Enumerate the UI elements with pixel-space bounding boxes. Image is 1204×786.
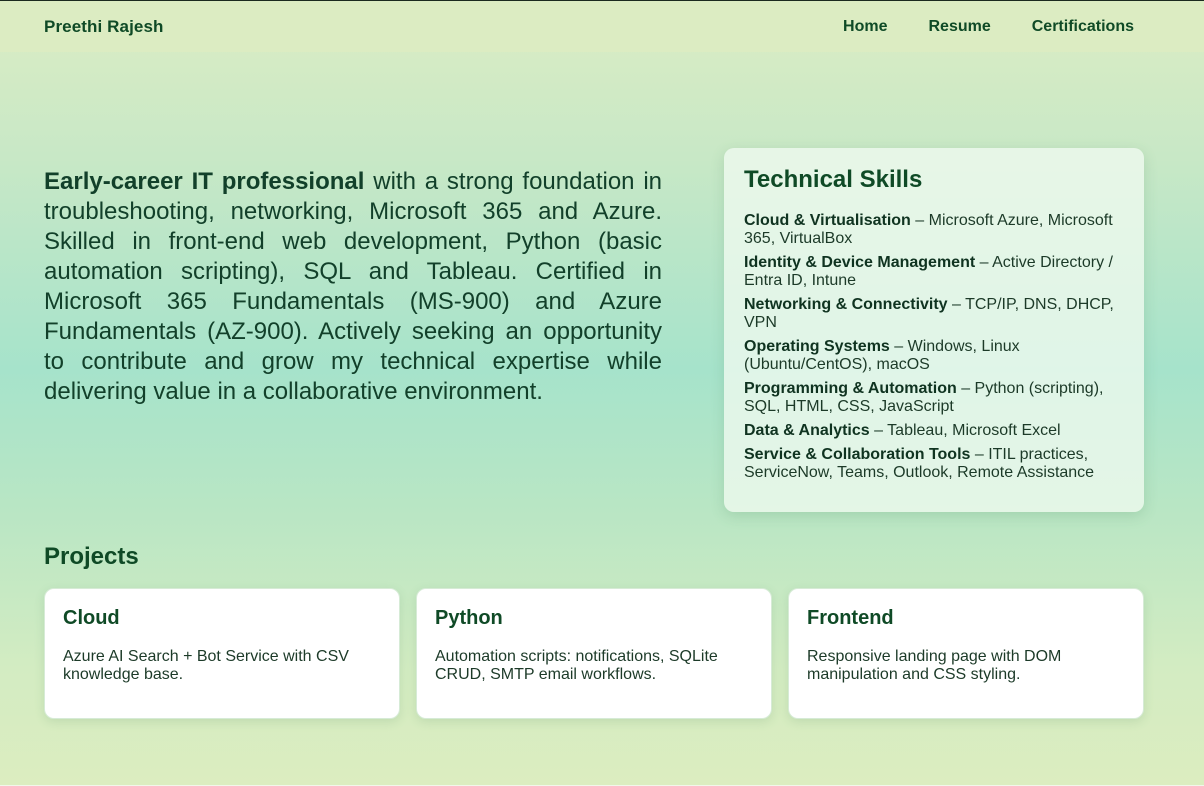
skill-item-networking: Networking & Connectivity – TCP/IP, DNS,… <box>744 296 1124 332</box>
technical-skills-card: Technical Skills Cloud & Virtualisation … <box>724 148 1144 512</box>
skill-label: Service & Collaboration Tools <box>744 446 971 463</box>
skill-text: – Tableau, Microsoft Excel <box>869 422 1061 439</box>
skill-item-programming: Programming & Automation – Python (scrip… <box>744 380 1124 416</box>
skills-title: Technical Skills <box>744 166 923 193</box>
intro-text: with a strong foundation in troubleshoot… <box>44 168 663 405</box>
project-description: Azure AI Search + Bot Service with CSV k… <box>63 648 349 683</box>
skill-label: Data & Analytics <box>744 422 870 439</box>
brand-name[interactable]: Preethi Rajesh <box>44 17 164 37</box>
skill-item-os: Operating Systems – Windows, Linux (Ubun… <box>744 338 1124 374</box>
skill-label: Operating Systems <box>744 338 890 355</box>
project-description: Responsive landing page with DOM manipul… <box>807 648 1062 683</box>
project-title: Frontend <box>807 607 894 629</box>
intro-highlight: Early-career IT professional <box>44 168 365 195</box>
nav-link-resume[interactable]: Resume <box>929 18 991 36</box>
project-title: Cloud <box>63 607 120 629</box>
navbar: Preethi Rajesh Home Resume Certification… <box>0 1 1204 52</box>
skill-item-data: Data & Analytics – Tableau, Microsoft Ex… <box>744 422 1124 440</box>
intro-paragraph: Early-career IT professional with a stro… <box>44 167 662 407</box>
skill-label: Networking & Connectivity <box>744 296 948 313</box>
skill-label: Programming & Automation <box>744 380 957 397</box>
skill-label: Identity & Device Management <box>744 254 976 271</box>
project-title: Python <box>435 607 503 629</box>
nav-link-home[interactable]: Home <box>843 18 887 36</box>
nav-link-certifications[interactable]: Certifications <box>1032 18 1134 36</box>
project-card-frontend: Frontend Responsive landing page with DO… <box>788 588 1144 719</box>
project-description: Automation scripts: notifications, SQLit… <box>435 648 718 683</box>
skill-label: Cloud & Virtualisation <box>744 212 911 229</box>
project-card-python: Python Automation scripts: notifications… <box>416 588 772 719</box>
skill-item-identity: Identity & Device Management – Active Di… <box>744 254 1124 290</box>
nav-links: Home Resume Certifications <box>843 18 1134 36</box>
project-card-cloud: Cloud Azure AI Search + Bot Service with… <box>44 588 400 719</box>
projects-title: Projects <box>44 543 139 570</box>
skill-item-service: Service & Collaboration Tools – ITIL pra… <box>744 446 1124 482</box>
skill-item-cloud: Cloud & Virtualisation – Microsoft Azure… <box>744 212 1124 248</box>
